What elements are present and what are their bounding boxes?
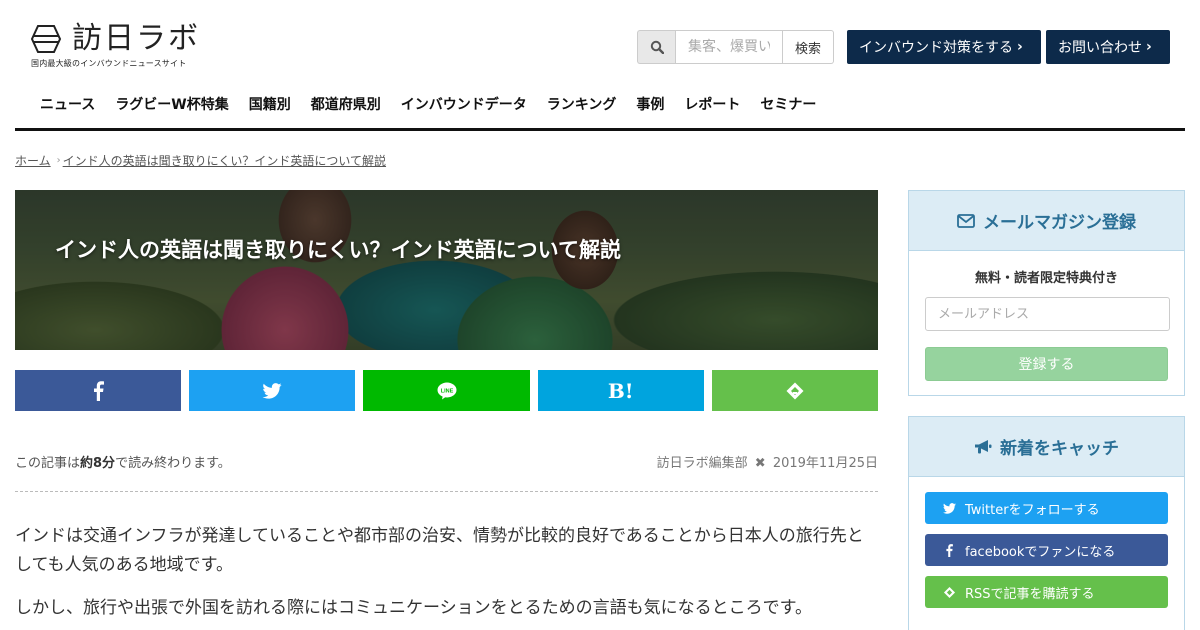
site-logo[interactable]: 訪日ラボ 国内最大級のインバウンドニュースサイト (30, 22, 200, 70)
search-icon[interactable] (637, 30, 675, 64)
follow-facebook-button[interactable]: facebookでファンになる (925, 534, 1168, 566)
follow-rss-button[interactable]: RSSで記事を購読する (925, 576, 1168, 608)
article-meta: 訪日ラボ編集部 ✖ 2019年11月25日 (657, 452, 878, 471)
contact-button[interactable]: お問い合わせ › (1046, 30, 1170, 64)
contact-label: お問い合わせ (1058, 40, 1142, 56)
newsletter-widget: メールマガジン登録 無料・読者限定特典付き 登録する (908, 190, 1185, 396)
svg-text:LINE: LINE (440, 388, 453, 394)
follow-title: 新着をキャッチ (1000, 439, 1119, 459)
breadcrumb-home[interactable]: ホーム (15, 152, 51, 169)
feedly-icon (786, 382, 804, 399)
hatena-bookmark-icon: B! (607, 378, 634, 403)
nav-item-ranking[interactable]: ランキング (547, 94, 617, 114)
follow-twitter-label: Twitterをフォローする (965, 502, 1100, 518)
article-body: インドは交通インフラが発達していることや都市部の治安、情勢が比較的良好であること… (15, 522, 878, 630)
nav-item-inbound-data[interactable]: インバウンドデータ (401, 94, 527, 114)
reading-time-suffix: で読み終わります。 (115, 456, 231, 471)
nav-item-news[interactable]: ニュース (40, 94, 95, 114)
follow-widget: 新着をキャッチ Twitterをフォローする facebookでファンになる R… (908, 416, 1185, 630)
article-author[interactable]: 訪日ラボ編集部 (657, 456, 748, 471)
envelope-icon (957, 213, 975, 228)
breadcrumb-current[interactable]: インド人の英語は聞き取りにくい？インド英語について解説 (63, 152, 386, 169)
site-tagline: 国内最大級のインバウンドニュースサイト (31, 59, 187, 68)
follow-header: 新着をキャッチ (909, 417, 1184, 477)
article-title: インド人の英語は聞き取りにくい？インド英語について解説 (55, 238, 621, 262)
follow-facebook-label: facebookでファンになる (965, 544, 1116, 560)
reading-time-prefix: この記事は (15, 456, 81, 471)
register-button[interactable]: 登録する (925, 347, 1168, 381)
share-facebook-button[interactable] (15, 370, 182, 411)
nav-item-seminars[interactable]: セミナー (760, 94, 816, 114)
twitter-icon (939, 502, 959, 514)
chevron-right-icon: › (1017, 39, 1023, 55)
nav-item-prefecture[interactable]: 都道府県別 (311, 94, 381, 114)
newsletter-subtitle: 無料・読者限定特典付き (974, 271, 1118, 286)
facebook-icon (939, 543, 959, 557)
search-input[interactable] (675, 30, 783, 64)
chevron-right-icon: › (56, 155, 61, 166)
main-nav: ニュース ラグビーW杯特集 国籍別 都道府県別 インバウンドデータ ランキング … (40, 94, 816, 114)
share-feedly-button[interactable] (711, 370, 879, 411)
email-field[interactable] (925, 297, 1170, 331)
newsletter-title: メールマガジン登録 (983, 213, 1136, 233)
article-date: 2019年11月25日 (772, 456, 878, 471)
reading-time-value: 約8分 (80, 456, 116, 471)
site-name: 訪日ラボ (72, 21, 200, 56)
hero-image: インド人の英語は聞き取りにくい？インド英語について解説 (15, 190, 878, 350)
share-twitter-button[interactable] (189, 370, 356, 411)
inbound-cta-button[interactable]: インバウンド対策をする › (847, 30, 1041, 64)
feedly-icon (939, 586, 959, 599)
reading-time: この記事は約8分で読み終わります。 (15, 452, 231, 471)
hexagon-logo-icon (30, 25, 62, 53)
search-submit-button[interactable]: 検索 (783, 30, 835, 64)
hero-overlay (15, 190, 878, 350)
newsletter-header: メールマガジン登録 (909, 191, 1184, 251)
nav-item-rugby[interactable]: ラグビーW杯特集 (115, 94, 228, 114)
meta-divider (15, 491, 878, 492)
chevron-right-icon: › (1146, 39, 1152, 55)
twitter-icon (262, 382, 282, 399)
follow-twitter-button[interactable]: Twitterをフォローする (925, 492, 1168, 524)
close-icon: ✖ (754, 456, 766, 471)
share-hatena-button[interactable]: B! (537, 370, 704, 411)
breadcrumb: ホーム › インド人の英語は聞き取りにくい？インド英語について解説 (15, 152, 386, 169)
inbound-cta-label: インバウンド対策をする (859, 40, 1013, 56)
article-paragraph: インドは交通インフラが発達していることや都市部の治安、情勢が比較的良好であること… (15, 526, 864, 575)
search-form: 検索 (637, 30, 835, 64)
share-bar: LINE B! (15, 370, 879, 411)
nav-item-reports[interactable]: レポート (684, 94, 740, 114)
facebook-icon (94, 380, 105, 401)
article-paragraph: しかし、旅行や出張で外国を訪れる際にはコミュニケーションをとるための言語も気にな… (15, 598, 812, 618)
nav-divider (15, 128, 1185, 131)
follow-rss-label: RSSで記事を購読する (965, 586, 1095, 602)
nav-item-nationality[interactable]: 国籍別 (249, 94, 291, 114)
share-line-button[interactable]: LINE (363, 370, 530, 411)
line-icon: LINE (437, 382, 456, 399)
bullhorn-icon (974, 439, 992, 455)
nav-item-cases[interactable]: 事例 (636, 94, 664, 114)
